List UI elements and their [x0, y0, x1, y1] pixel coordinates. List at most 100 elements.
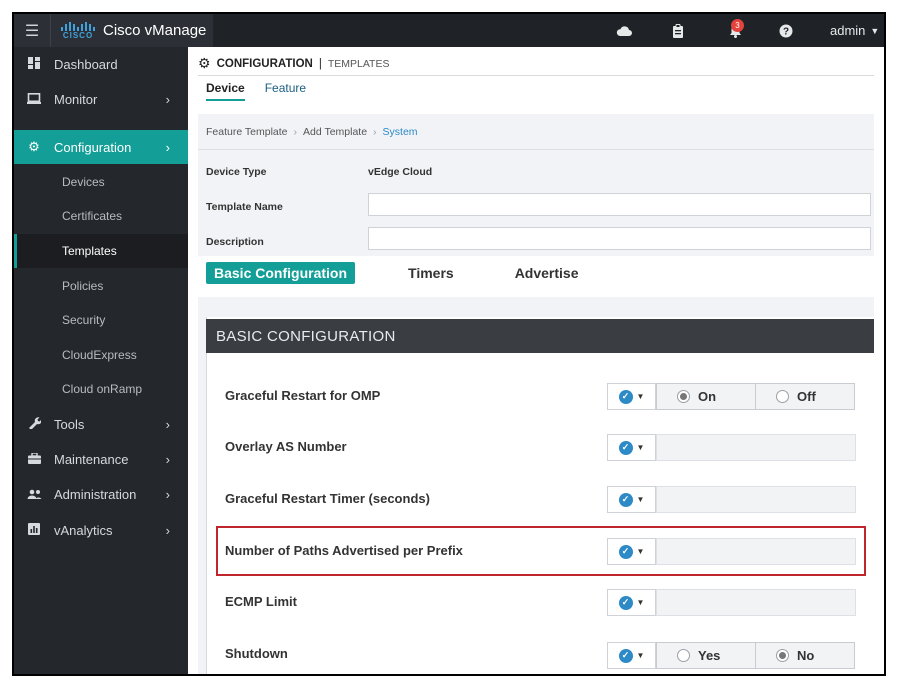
description-label: Description — [206, 236, 264, 248]
sidebar-item-monitor[interactable]: Monitor › — [14, 82, 188, 116]
sidebar-subitem-devices[interactable]: Devices — [14, 165, 188, 199]
subitem-label: Certificates — [62, 209, 123, 223]
chevron-down-icon: ▼ — [636, 495, 645, 504]
sidebar-item-configuration[interactable]: ⚙ Configuration › — [14, 130, 188, 164]
highlight-box — [216, 526, 866, 576]
cisco-logo-text: CISCO — [62, 30, 94, 40]
breadcrumb-separator: › — [293, 126, 298, 138]
users-icon — [14, 487, 54, 502]
cisco-logo: CISCO — [61, 21, 95, 40]
bell-icon[interactable]: 3 — [720, 14, 750, 47]
app-window: ☰ CISCO Cisco vManage 3 ? admin ▼ Dashbo… — [12, 12, 886, 676]
sidebar-item-administration[interactable]: Administration › — [14, 477, 188, 511]
brand: CISCO Cisco vManage — [50, 14, 213, 47]
chevron-right-icon: › — [165, 486, 170, 502]
subitem-label: Templates — [62, 244, 117, 258]
option-label: Off — [797, 389, 816, 404]
sidebar-item-tools[interactable]: Tools › — [14, 407, 188, 441]
tab-timers[interactable]: Timers — [400, 262, 462, 284]
gear-icon: ⚙ — [198, 55, 211, 71]
briefcase-icon — [14, 451, 54, 467]
shutdown-no-option[interactable]: No — [755, 642, 855, 669]
ecmp-limit-input[interactable] — [656, 589, 856, 616]
graceful-restart-label: Graceful Restart for OMP — [225, 388, 381, 403]
ecmp-limit-scope-dropdown[interactable]: ✓ ▼ — [607, 589, 656, 616]
top-bar: ☰ CISCO Cisco vManage 3 ? admin ▼ — [14, 14, 884, 47]
hamburger-icon[interactable]: ☰ — [14, 14, 50, 47]
sidebar-subitem-templates[interactable]: Templates — [14, 234, 188, 268]
sidebar-item-maintenance[interactable]: Maintenance › — [14, 442, 188, 476]
ecmp-limit-label: ECMP Limit — [225, 594, 297, 609]
tab-device[interactable]: Device — [206, 81, 245, 101]
page-title: ⚙ CONFIGURATION | TEMPLATES — [198, 55, 389, 72]
title-separator: | — [318, 57, 322, 70]
chevron-right-icon: › — [165, 91, 170, 107]
breadcrumb-feature-template[interactable]: Feature Template — [206, 126, 288, 138]
dashboard-icon — [14, 56, 54, 72]
sidebar-item-label: vAnalytics — [54, 522, 113, 538]
sidebar-item-label: Administration — [54, 486, 137, 502]
sidebar-item-vanalytics[interactable]: vAnalytics › — [14, 513, 188, 547]
subitem-label: Security — [62, 313, 106, 327]
sidebar-item-label: Tools — [54, 416, 85, 432]
tab-advertise[interactable]: Advertise — [507, 262, 587, 284]
shutdown-yes-option[interactable]: Yes — [656, 642, 756, 669]
analytics-icon — [14, 522, 54, 538]
check-icon: ✓ — [618, 595, 633, 610]
tab-feature[interactable]: Feature — [265, 81, 306, 101]
svg-text:?: ? — [783, 26, 789, 37]
check-icon: ✓ — [618, 492, 633, 507]
chevron-right-icon: › — [165, 522, 170, 538]
sidebar-subitem-policies[interactable]: Policies — [14, 269, 188, 303]
option-label: No — [797, 648, 815, 663]
check-icon: ✓ — [618, 440, 633, 455]
subitem-label: Devices — [62, 175, 105, 189]
cisco-logo-bars — [61, 21, 95, 31]
option-label: On — [698, 389, 717, 404]
sidebar-item-label: Configuration — [54, 139, 132, 155]
alerts-badge: 3 — [731, 19, 744, 32]
divider — [198, 149, 874, 150]
sidebar-subitem-cloudexpress[interactable]: CloudExpress — [14, 338, 188, 372]
user-name: admin — [830, 23, 866, 38]
option-label: Yes — [698, 648, 721, 663]
breadcrumb-add-template[interactable]: Add Template — [303, 126, 367, 138]
chevron-right-icon: › — [165, 451, 170, 467]
sidebar-subitem-cloud-onramp[interactable]: Cloud onRamp — [14, 372, 188, 406]
help-icon[interactable]: ? — [774, 14, 798, 47]
sidebar-subitem-certificates[interactable]: Certificates — [14, 199, 188, 233]
section-tabs: Basic Configuration Timers Advertise — [206, 262, 587, 284]
sidebar-item-label: Maintenance — [54, 451, 129, 467]
clipboard-icon[interactable] — [666, 14, 690, 47]
chevron-right-icon: › — [165, 139, 170, 155]
graceful-restart-timer-input[interactable] — [656, 486, 856, 513]
shutdown-label: Shutdown — [225, 646, 288, 661]
page-title-main: CONFIGURATION — [216, 57, 313, 70]
monitor-icon — [14, 92, 54, 107]
app-title: Cisco vManage — [103, 22, 207, 39]
cloud-icon[interactable] — [612, 14, 636, 47]
overlay-as-number-input[interactable] — [656, 434, 856, 461]
section-header: BASIC CONFIGURATION — [206, 319, 874, 353]
user-menu[interactable]: admin ▼ — [830, 14, 879, 47]
wrench-icon — [14, 416, 54, 432]
sidebar-subitem-security[interactable]: Security — [14, 303, 188, 337]
template-name-input[interactable] — [368, 193, 871, 216]
subitem-label: CloudExpress — [62, 348, 137, 362]
tab-basic-configuration[interactable]: Basic Configuration — [206, 262, 356, 284]
chevron-right-icon: › — [165, 416, 170, 432]
graceful-restart-scope-dropdown[interactable]: ✓ ▼ — [607, 383, 656, 410]
chevron-down-icon: ▼ — [636, 392, 645, 401]
graceful-restart-timer-label: Graceful Restart Timer (seconds) — [225, 491, 430, 506]
breadcrumb-separator: › — [373, 126, 377, 138]
graceful-restart-off-option[interactable]: Off — [755, 383, 855, 410]
chevron-down-icon: ▼ — [636, 651, 645, 660]
shutdown-scope-dropdown[interactable]: ✓ ▼ — [607, 642, 656, 669]
graceful-restart-on-option[interactable]: On — [656, 383, 756, 410]
overlay-as-scope-dropdown[interactable]: ✓ ▼ — [607, 434, 656, 461]
chevron-down-icon: ▼ — [870, 25, 880, 36]
graceful-restart-timer-scope-dropdown[interactable]: ✓ ▼ — [607, 486, 656, 513]
page-tabs: Device Feature — [206, 81, 306, 101]
description-input[interactable] — [368, 227, 871, 250]
sidebar-item-dashboard[interactable]: Dashboard — [14, 47, 188, 81]
